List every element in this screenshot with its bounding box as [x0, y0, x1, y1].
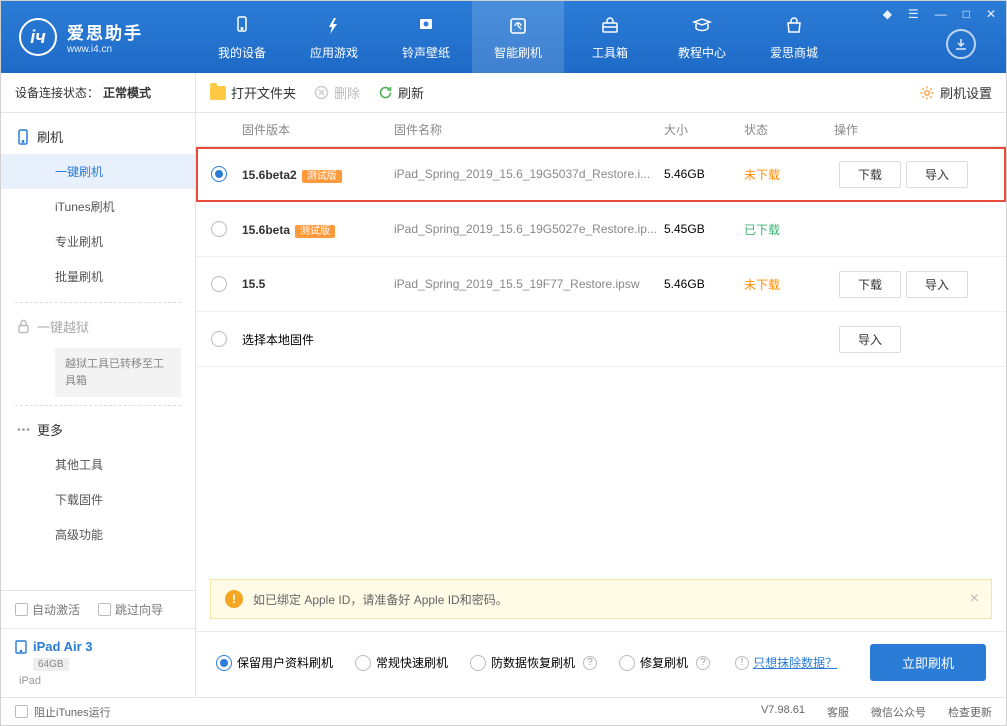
beta-badge: 测试版 [295, 225, 335, 238]
nav-tab-ringtone[interactable]: 铃声壁纸 [380, 1, 472, 73]
import-button[interactable]: 导入 [839, 326, 901, 353]
import-button[interactable]: 导入 [906, 271, 968, 298]
nav-tab-apps[interactable]: 应用游戏 [288, 1, 380, 73]
app-header: iч 爱思助手 www.i4.cn 我的设备应用游戏铃声壁纸智能刷机工具箱教程中… [1, 1, 1006, 73]
maximize-icon[interactable]: □ [959, 5, 974, 23]
toolbar: 打开文件夹 删除 刷新 刷机设置 [196, 73, 1006, 113]
help-icon[interactable]: ! [735, 656, 749, 670]
close-icon[interactable]: ✕ [982, 5, 1000, 23]
nav-tab-device[interactable]: 我的设备 [196, 1, 288, 73]
tutorial-icon [690, 14, 714, 38]
nav-tab-tutorial[interactable]: 教程中心 [656, 1, 748, 73]
nav-tab-toolbox[interactable]: 工具箱 [564, 1, 656, 73]
tablet-icon [15, 640, 27, 654]
gear-icon [919, 85, 935, 101]
sidebar-group-jailbreak[interactable]: 一键越狱 [1, 309, 195, 344]
nav-tab-shop[interactable]: 爱思商城 [748, 1, 840, 73]
phone-icon [15, 129, 31, 145]
window-controls: ◆ ☰ — □ ✕ [879, 5, 1000, 23]
jailbreak-note: 越狱工具已转移至工具箱 [55, 348, 181, 397]
delete-icon [314, 85, 329, 100]
logo: iч 爱思助手 www.i4.cn [1, 18, 196, 56]
device-icon [230, 14, 254, 38]
flash-option[interactable]: 保留用户资料刷机 [216, 654, 333, 671]
radio-button[interactable] [470, 655, 486, 671]
radio-button[interactable] [211, 331, 227, 347]
apps-icon [322, 14, 346, 38]
connection-status: 设备连接状态： 正常模式 [1, 73, 195, 113]
shop-icon [782, 14, 806, 38]
table-header: 固件版本 固件名称 大小 状态 操作 [196, 113, 1006, 147]
local-firmware-row[interactable]: 选择本地固件 导入 [196, 312, 1006, 367]
warning-icon: ! [225, 590, 243, 608]
footer: 阻止iTunes运行 V7.98.61 客服 微信公众号 检查更新 [1, 697, 1006, 725]
checkbox-auto-activate[interactable]: 自动激活 [15, 601, 80, 618]
sidebar-item[interactable]: 批量刷机 [1, 259, 195, 294]
open-folder-button[interactable]: 打开文件夹 [210, 83, 296, 102]
sidebar-group-more[interactable]: 更多 [1, 412, 195, 447]
logo-icon: iч [19, 18, 57, 56]
refresh-icon [378, 85, 393, 100]
help-icon[interactable]: ? [583, 656, 597, 670]
sidebar-item[interactable]: iTunes刷机 [1, 189, 195, 224]
beta-badge: 测试版 [302, 170, 342, 183]
theme-icon[interactable]: ◆ [879, 5, 896, 23]
radio-button[interactable] [216, 655, 232, 671]
firmware-row[interactable]: 15.6beta测试版 iPad_Spring_2019_15.6_19G502… [196, 202, 1006, 257]
flash-options: 保留用户资料刷机 常规快速刷机 防数据恢复刷机? 修复刷机? ! 只想抹除数据？ 立即… [196, 631, 1006, 697]
sidebar-group-flash[interactable]: 刷机 [1, 119, 195, 154]
toolbox-icon [598, 14, 622, 38]
main-content: 打开文件夹 删除 刷新 刷机设置 固件版本 固件名称 大小 状态 [196, 73, 1006, 697]
refresh-button[interactable]: 刷新 [378, 83, 424, 102]
lock-icon [15, 319, 31, 335]
flash-option[interactable]: 修复刷机? [619, 654, 710, 671]
download-button[interactable]: 下载 [839, 271, 901, 298]
ringtone-icon [414, 14, 438, 38]
flash-option[interactable]: 防数据恢复刷机? [470, 654, 597, 671]
download-button[interactable]: 下载 [839, 161, 901, 188]
app-subtitle: www.i4.cn [67, 44, 143, 55]
import-button[interactable]: 导入 [906, 161, 968, 188]
device-info[interactable]: iPad Air 3 64GB iPad [1, 629, 195, 697]
firmware-row[interactable]: 15.5 iPad_Spring_2019_15.5_19F77_Restore… [196, 257, 1006, 312]
radio-button[interactable] [211, 221, 227, 237]
nav-tab-flash[interactable]: 智能刷机 [472, 1, 564, 73]
sidebar-item[interactable]: 高级功能 [1, 517, 195, 552]
checkbox-block-itunes[interactable] [15, 705, 28, 718]
flash-option[interactable]: 常规快速刷机 [355, 654, 448, 671]
radio-button[interactable] [355, 655, 371, 671]
erase-data-link[interactable]: 只想抹除数据？ [753, 654, 837, 671]
menu-icon[interactable]: ☰ [904, 5, 923, 23]
checkbox-skip-guide[interactable]: 跳过向导 [98, 601, 163, 618]
app-title: 爱思助手 [67, 19, 143, 44]
footer-version: V7.98.61 [761, 704, 805, 720]
notice-close-icon[interactable]: × [970, 590, 979, 608]
flash-settings-button[interactable]: 刷机设置 [919, 83, 992, 102]
more-icon [15, 422, 31, 438]
firmware-row[interactable]: 15.6beta2测试版 iPad_Spring_2019_15.6_19G50… [196, 147, 1006, 202]
sidebar-item[interactable]: 其他工具 [1, 447, 195, 482]
folder-icon [210, 86, 226, 100]
minimize-icon[interactable]: — [931, 5, 951, 23]
download-button[interactable] [946, 29, 976, 59]
sidebar-item[interactable]: 下载固件 [1, 482, 195, 517]
sidebar-item[interactable]: 一键刷机 [1, 154, 195, 189]
help-icon[interactable]: ? [696, 656, 710, 670]
radio-button[interactable] [211, 166, 227, 182]
sidebar: 设备连接状态： 正常模式 刷机 一键刷机iTunes刷机专业刷机批量刷机 [1, 73, 196, 697]
footer-support[interactable]: 客服 [827, 704, 849, 720]
delete-button[interactable]: 删除 [314, 83, 360, 102]
footer-wechat[interactable]: 微信公众号 [871, 704, 926, 720]
flash-icon [506, 14, 530, 38]
sidebar-item[interactable]: 专业刷机 [1, 224, 195, 259]
flash-now-button[interactable]: 立即刷机 [870, 644, 986, 681]
radio-button[interactable] [619, 655, 635, 671]
radio-button[interactable] [211, 276, 227, 292]
notice-bar: ! 如已绑定 Apple ID，请准备好 Apple ID和密码。 × [210, 579, 992, 619]
footer-update[interactable]: 检查更新 [948, 704, 992, 720]
